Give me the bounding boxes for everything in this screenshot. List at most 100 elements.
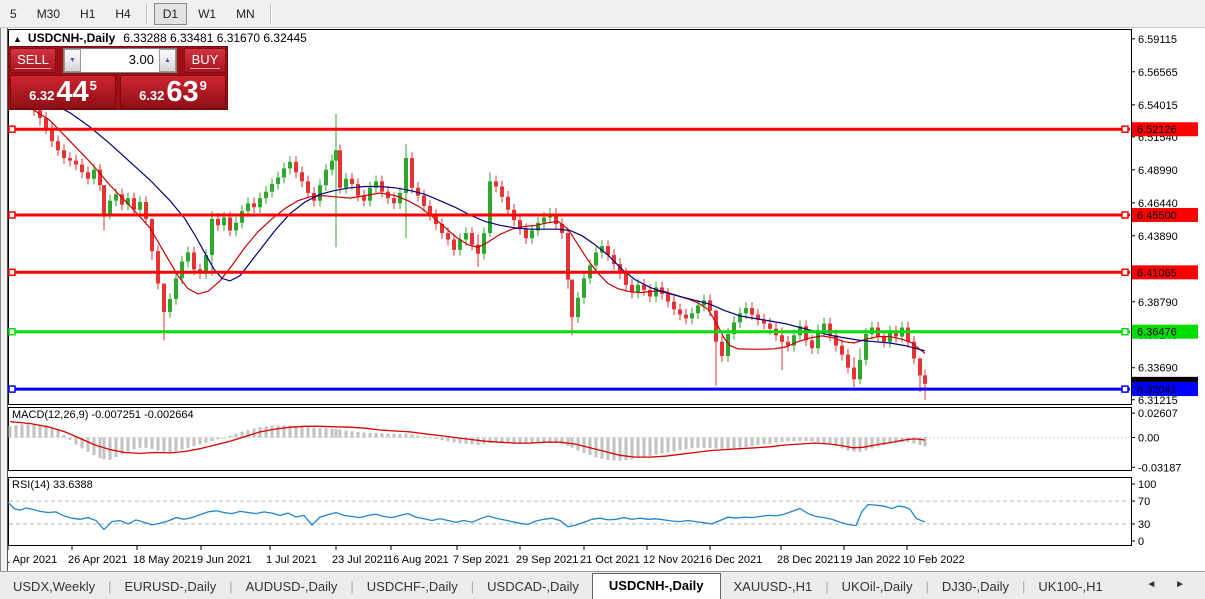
- date-label: 12 Nov 2021: [643, 554, 705, 566]
- collapse-panel-icon[interactable]: ▲: [13, 34, 22, 44]
- hline-handle[interactable]: [8, 385, 16, 393]
- rsi-line: [7, 501, 926, 531]
- timeframe-button-m30[interactable]: M30: [28, 3, 69, 25]
- hline-price-badge: 6.36476: [1132, 324, 1198, 339]
- hline-handle[interactable]: [1121, 211, 1129, 219]
- price-tick-label: 6.33690: [1138, 363, 1178, 375]
- price-tick-label: 6.43890: [1138, 231, 1178, 243]
- price-tick-label: 6.31215: [1138, 395, 1178, 407]
- chart-tab-usdcad-daily[interactable]: USDCAD-,Daily: [474, 575, 592, 599]
- buy-price-box[interactable]: 6.32 63 9: [120, 75, 226, 109]
- chart-tab-audusd-daily[interactable]: AUDUSD-,Daily: [233, 575, 351, 599]
- timeframe-button-mn[interactable]: MN: [227, 3, 264, 25]
- hline-handle[interactable]: [8, 211, 16, 219]
- hline-handle[interactable]: [1121, 268, 1129, 277]
- macd-scale-label: 0.00: [1138, 433, 1159, 445]
- chart-tab-eurusd-daily[interactable]: EURUSD-,Daily: [112, 575, 230, 599]
- one-click-trading-panel: SELL ▼ 3.00 ▲ BUY 6.32 44 5 6.32 63 9: [8, 46, 228, 110]
- hline-handle[interactable]: [1121, 327, 1129, 336]
- timeframe-button-w1[interactable]: W1: [189, 3, 225, 25]
- date-label: 16 Aug 2021: [387, 554, 449, 566]
- hline-price-badge: 6.41065: [1132, 265, 1198, 280]
- rsi-level-label: 100: [1138, 479, 1156, 491]
- timeframe-button-d1[interactable]: D1: [153, 2, 188, 25]
- hline-price-badge: 6.45500: [1132, 207, 1198, 222]
- price-tick-label: 6.59115: [1138, 34, 1177, 46]
- tab-scroll-arrows[interactable]: ◄ ►: [1146, 579, 1193, 590]
- timeframe-toolbar: 5 M30 H1 H4 D1 W1 MN: [0, 0, 1205, 28]
- symbol-period-label: USDCNH-,Daily: [27, 31, 116, 45]
- buy-price-prefix: 6.32: [139, 88, 165, 103]
- price-tick-label: 6.48990: [1138, 165, 1178, 177]
- date-label: 28 Dec 2021: [777, 554, 839, 566]
- date-axis: 1 Apr 2021 26 Apr 2021 18 May 2021 9 Jun 20…: [4, 546, 965, 566]
- rsi-panel-frame: [8, 477, 1132, 546]
- macd-indicator-label: MACD(12,26,9) -0.007251 -0.002664: [12, 409, 194, 421]
- rsi-level-label: 30: [1138, 519, 1150, 531]
- sell-price-sup: 5: [89, 78, 97, 93]
- chart-window: 6.59115 6.56565 6.54015 6.51540 6.48990 6.464…: [0, 28, 1205, 571]
- macd-histogram: [8, 423, 927, 461]
- volume-spinner: ▼ 3.00 ▲: [63, 48, 177, 73]
- hline-price-badge: 6.52126: [1132, 122, 1198, 137]
- hline-handle[interactable]: [8, 268, 16, 277]
- date-label: 26 Apr 2021: [68, 554, 127, 566]
- rsi-indicator-label: RSI(14) 33.6388: [12, 479, 93, 491]
- window-left-frame: [0, 28, 8, 571]
- chart-tab-usdcnh-daily[interactable]: USDCNH-,Daily: [591, 573, 721, 599]
- timeframe-button-h1[interactable]: H1: [71, 3, 104, 25]
- price-tick-label: 6.38790: [1138, 297, 1178, 309]
- chart-title: ▲ USDCNH-,Daily 6.33288 6.33481 6.31670 6.…: [13, 31, 307, 45]
- macd-scale-label: -0.03187: [1138, 462, 1181, 474]
- hline-handle[interactable]: [1121, 385, 1129, 393]
- timeframe-button-5[interactable]: 5: [1, 3, 26, 25]
- date-label: 1 Jul 2021: [266, 554, 317, 566]
- chart-tab-uk100-h1[interactable]: UK100-,H1: [1025, 575, 1115, 599]
- hline-6.455[interactable]: [8, 211, 1130, 219]
- date-label: 19 Jan 2022: [840, 554, 901, 566]
- hline-handle[interactable]: [1121, 125, 1129, 133]
- ma-fast-line: [9, 101, 926, 354]
- volume-decrease-icon[interactable]: ▼: [64, 49, 81, 72]
- volume-increase-icon[interactable]: ▲: [159, 49, 176, 72]
- svg-text:6.52126: 6.52126: [1137, 124, 1177, 136]
- hline-6.36476[interactable]: [8, 327, 1130, 336]
- date-label: 23 Jul 2021: [332, 554, 389, 566]
- hline-6.32041[interactable]: [8, 385, 1130, 393]
- timeframe-button-h4[interactable]: H4: [106, 3, 139, 25]
- svg-text:6.32041: 6.32041: [1137, 384, 1177, 396]
- svg-text:6.41065: 6.41065: [1137, 267, 1177, 279]
- date-label: 9 Jun 2021: [197, 554, 251, 566]
- price-axis: 6.591156.565656.540156.515406.489906.464…: [1131, 34, 1198, 407]
- chart-tab-ukoil-daily[interactable]: UKOil-,Daily: [829, 575, 926, 599]
- chart-tab-bar: USDX,Weekly | EURUSD-,Daily | AUDUSD-,Daily |…: [0, 571, 1205, 599]
- sell-button[interactable]: SELL: [10, 48, 56, 73]
- hline-price-badge: 6.32041: [1132, 382, 1198, 397]
- date-label: 10 Feb 2022: [903, 554, 965, 566]
- chart-tab-usdchf-daily[interactable]: USDCHF-,Daily: [354, 575, 471, 599]
- toolbar-separator: [145, 3, 148, 24]
- rsi-level-label: 0: [1138, 536, 1144, 548]
- chart-tab-usdx-weekly[interactable]: USDX,Weekly: [0, 575, 108, 599]
- hline-handle[interactable]: [8, 125, 16, 133]
- date-label: 21 Oct 2021: [580, 554, 640, 566]
- sell-price-box[interactable]: 6.32 44 5: [10, 75, 116, 109]
- chart-tab-dj30-daily[interactable]: DJ30-,Daily: [929, 575, 1022, 599]
- sell-price-big: 44: [56, 76, 89, 108]
- sell-price-prefix: 6.32: [29, 88, 55, 103]
- macd-scale-label: 0.02607: [1138, 408, 1178, 420]
- hline-handle[interactable]: [8, 327, 16, 336]
- price-tick-label: 6.56565: [1138, 67, 1178, 79]
- rsi-panel: 100 70 30 0: [7, 479, 1156, 548]
- volume-input[interactable]: 3.00: [81, 49, 159, 72]
- toolbar-separator: [269, 3, 272, 24]
- chart-tab-xauusd-h1[interactable]: XAUUSD-,H1: [721, 575, 826, 599]
- date-label: 29 Sep 2021: [516, 554, 578, 566]
- buy-price-big: 63: [166, 76, 199, 108]
- date-label: 1 Apr 2021: [4, 554, 57, 566]
- buy-button[interactable]: BUY: [184, 48, 226, 73]
- ma-slow-line: [9, 94, 926, 352]
- hline-6.52126[interactable]: [8, 125, 1130, 133]
- svg-text:6.36476: 6.36476: [1137, 327, 1177, 339]
- ohlc-values: 6.33288 6.33481 6.31670 6.32445: [123, 31, 307, 45]
